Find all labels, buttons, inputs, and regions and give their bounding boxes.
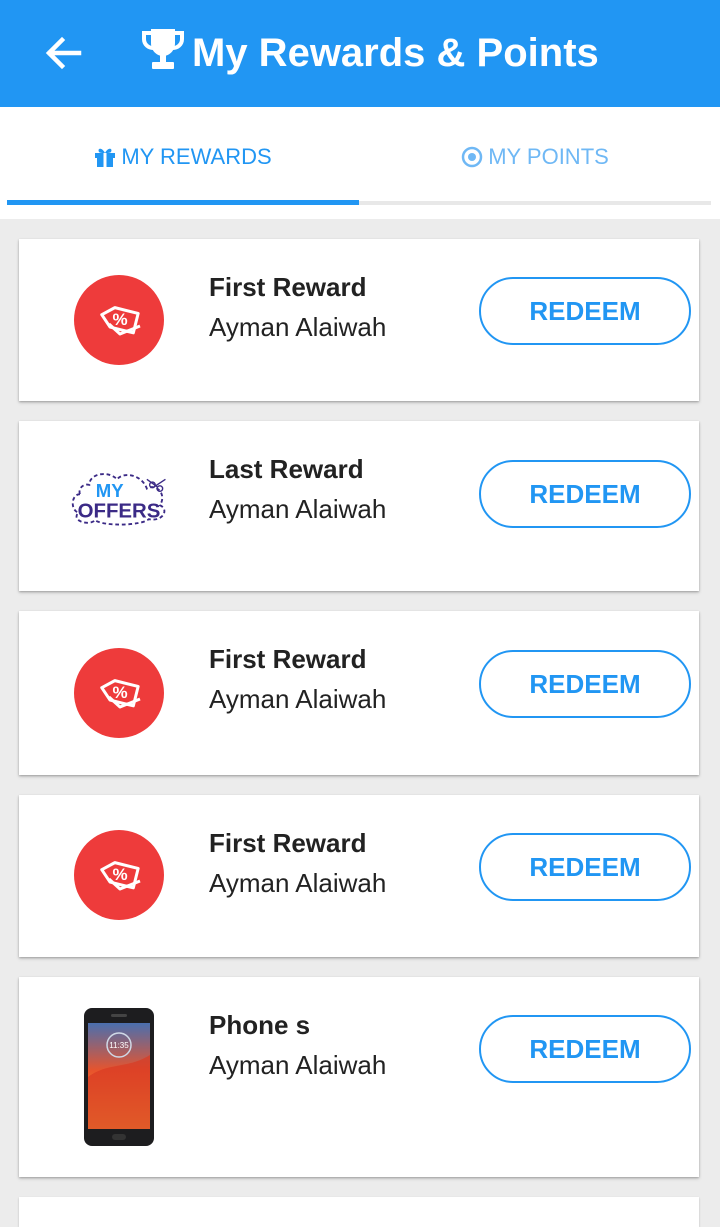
discount-tag-icon: % <box>74 648 164 738</box>
tab-my-points[interactable]: MY POINTS <box>359 107 711 207</box>
discount-tag-icon: % <box>74 830 164 920</box>
reward-card[interactable]: % First Reward Ayman Alaiwah REDEEM <box>19 611 699 775</box>
redeem-button[interactable]: REDEEM <box>479 833 691 901</box>
reward-image: % <box>67 648 171 738</box>
reward-owner: Ayman Alaiwah <box>209 312 387 342</box>
reward-card[interactable]: % First Reward Ayman Alaiwah REDEEM <box>19 795 699 957</box>
arrow-left-icon <box>45 36 82 70</box>
redeem-button[interactable]: REDEEM <box>479 1015 691 1083</box>
app-bar: My Rewards & Points <box>0 0 720 107</box>
reward-image: 11:35 <box>67 1007 171 1147</box>
reward-card[interactable]: MY OFFERS Last Reward Ayman Alaiwah REDE… <box>19 421 699 591</box>
logo-text-my: MY <box>96 480 124 501</box>
redeem-button[interactable]: REDEEM <box>479 460 691 528</box>
reward-image: % <box>67 275 171 365</box>
redeem-button[interactable]: REDEEM <box>479 277 691 345</box>
my-offers-logo: MY OFFERS <box>71 473 166 526</box>
logo-text-offers: OFFERS <box>78 500 161 522</box>
tab-indicator <box>7 200 359 205</box>
gift-icon <box>95 148 116 167</box>
reward-owner: Ayman Alaiwah <box>209 1050 387 1080</box>
reward-title: First Reward <box>209 828 367 858</box>
svg-text:%: % <box>112 310 127 329</box>
reward-title: First Reward <box>209 644 367 674</box>
tab-my-rewards[interactable]: MY REWARDS <box>7 107 359 207</box>
reward-title: First Reward <box>209 272 367 302</box>
phone-clock-text: 11:35 <box>109 1041 129 1050</box>
reward-image: % <box>67 830 171 920</box>
discount-tag-icon: % <box>74 275 164 365</box>
tab-bar: MY REWARDS MY POINTS <box>0 107 720 219</box>
tab-label-my-points: MY POINTS <box>488 144 609 169</box>
trophy-icon <box>142 29 184 69</box>
svg-text:%: % <box>112 865 127 884</box>
reward-image: MY OFFERS <box>67 461 171 531</box>
reward-card[interactable]: 11:35 Phone s Ayman Alaiwah REDEEM <box>19 977 699 1177</box>
svg-text:%: % <box>112 683 127 702</box>
redeem-button[interactable]: REDEEM <box>479 650 691 718</box>
reward-card-partial[interactable] <box>19 1197 699 1227</box>
back-button[interactable] <box>40 30 86 76</box>
tab-label-my-rewards: MY REWARDS <box>121 144 272 169</box>
reward-title: Last Reward <box>209 454 364 484</box>
reward-title: Phone s <box>209 1010 311 1040</box>
target-icon <box>461 146 483 168</box>
page-title: My Rewards & Points <box>192 31 599 75</box>
smartphone-image: 11:35 <box>84 1008 154 1146</box>
reward-card[interactable]: % First Reward Ayman Alaiwah REDEEM <box>19 239 699 401</box>
reward-owner: Ayman Alaiwah <box>209 494 387 524</box>
reward-owner: Ayman Alaiwah <box>209 684 387 714</box>
reward-owner: Ayman Alaiwah <box>209 868 387 898</box>
